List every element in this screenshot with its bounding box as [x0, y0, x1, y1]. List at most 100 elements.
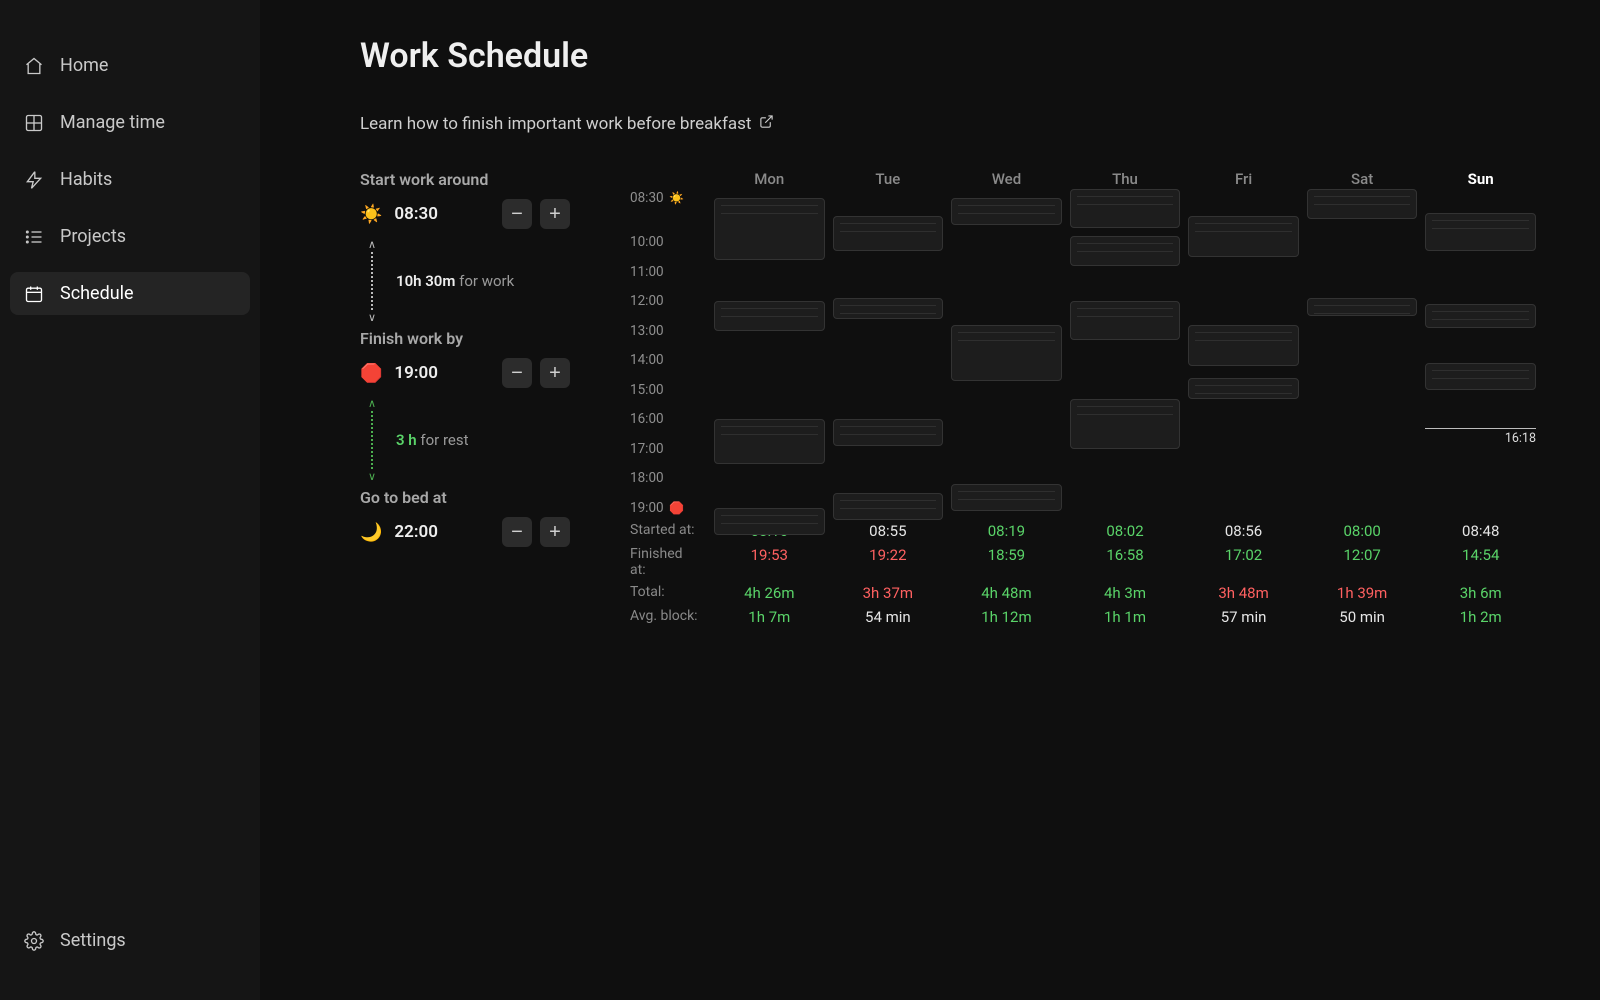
summary-cell: 1h 7m [710, 608, 829, 626]
summary-cell: 1h 12m [947, 608, 1066, 626]
summary-cell: 19:53 [710, 546, 829, 578]
summary-cell: 12:07 [1303, 546, 1422, 578]
schedule-block[interactable] [833, 419, 944, 446]
schedule-block[interactable] [1070, 236, 1181, 266]
summary-row-label: Started at: [630, 522, 710, 540]
summary-cell: 57 min [1184, 608, 1303, 626]
schedule-block[interactable] [1070, 189, 1181, 227]
schedule-block[interactable] [951, 484, 1062, 511]
start-work-decrement[interactable]: − [502, 199, 532, 229]
summary-cell: 1h 39m [1303, 584, 1422, 602]
schedule-block[interactable] [1070, 301, 1181, 339]
moon-icon: 🌙 [360, 522, 382, 543]
sidebar-item-habits[interactable]: Habits [10, 158, 250, 201]
summary-row-label: Avg. block: [630, 608, 710, 626]
schedule-block[interactable] [1188, 325, 1299, 366]
day-header-tue: Tue [829, 170, 948, 198]
page-title: Work Schedule [360, 36, 1540, 76]
hour-label: 11:00 [630, 264, 698, 280]
schedule-block[interactable] [1307, 298, 1418, 316]
day-column-mon [710, 198, 829, 508]
work-interval: ∧∨ 10h 30m for work [366, 239, 570, 323]
bed-time-increment[interactable]: + [540, 517, 570, 547]
subtitle-link[interactable]: Learn how to finish important work befor… [360, 114, 1540, 134]
work-interval-amount: 10h 30m [396, 272, 455, 290]
sidebar-item-settings[interactable]: Settings [10, 919, 250, 962]
day-column-sat [1303, 198, 1422, 508]
schedule-block[interactable] [951, 325, 1062, 381]
day-header-sun: Sun [1421, 170, 1540, 198]
bed-time-value: 22:00 [394, 522, 437, 542]
sidebar-item-label: Manage time [60, 112, 165, 133]
hour-label: 13:00 [630, 323, 698, 339]
rest-interval-amount: 3 h [396, 431, 417, 449]
home-icon [24, 56, 44, 76]
grid-icon [24, 113, 44, 133]
schedule-block[interactable] [1070, 399, 1181, 449]
finish-work-time: 19:00 [394, 363, 437, 383]
finish-work-label: Finish work by [360, 329, 570, 348]
hour-label: 10:00 [630, 234, 698, 250]
schedule-block[interactable] [714, 198, 825, 260]
day-column-sun: 16:18 [1421, 198, 1540, 508]
main: Work Schedule Learn how to finish import… [260, 0, 1600, 1000]
summary-cell: 08:02 [1066, 522, 1185, 540]
schedule-block[interactable] [833, 216, 944, 251]
weekly-schedule: MonTueWedThuFriSatSun08:30 ☀️10:0011:001… [630, 170, 1540, 626]
schedule-block[interactable] [1425, 304, 1536, 328]
sidebar-item-label: Settings [60, 930, 126, 951]
sidebar-item-label: Projects [60, 226, 126, 247]
start-work-increment[interactable]: + [540, 199, 570, 229]
schedule-block[interactable] [714, 301, 825, 331]
summary-row-label: Finished at: [630, 546, 710, 578]
current-time-line [1425, 428, 1536, 429]
day-header-mon: Mon [710, 170, 829, 198]
schedule-block[interactable] [714, 419, 825, 463]
summary-cell: 18:59 [947, 546, 1066, 578]
day-column-wed [947, 198, 1066, 508]
schedule-block[interactable] [1307, 189, 1418, 219]
summary-cell: 1h 2m [1421, 608, 1540, 626]
hour-label: 08:30 ☀️ [630, 190, 698, 206]
summary-cell: 50 min [1303, 608, 1422, 626]
sidebar-item-schedule[interactable]: Schedule [10, 272, 250, 315]
sidebar-item-label: Schedule [60, 283, 134, 304]
start-work-time: 08:30 [394, 204, 437, 224]
gear-icon [24, 931, 44, 951]
schedule-block[interactable] [833, 493, 944, 520]
list-icon [24, 227, 44, 247]
external-link-icon [759, 114, 774, 134]
finish-work-increment[interactable]: + [540, 358, 570, 388]
sidebar-item-home[interactable]: Home [10, 44, 250, 87]
time-axis: 08:30 ☀️10:0011:0012:0013:0014:0015:0016… [630, 198, 710, 508]
schedule-block[interactable] [951, 198, 1062, 225]
summary-row-label: Total: [630, 584, 710, 602]
schedule-controls: Start work around ☀️ 08:30 − + ∧∨ 10h 30… [360, 170, 570, 626]
summary-cell: 4h 26m [710, 584, 829, 602]
sidebar-item-projects[interactable]: Projects [10, 215, 250, 258]
sidebar-item-manage-time[interactable]: Manage time [10, 101, 250, 144]
bolt-icon [24, 170, 44, 190]
sidebar-item-label: Home [60, 55, 108, 76]
bed-time-decrement[interactable]: − [502, 517, 532, 547]
day-header-wed: Wed [947, 170, 1066, 198]
schedule-block[interactable] [1425, 213, 1536, 251]
summary-cell: 3h 37m [829, 584, 948, 602]
calendar-icon [24, 284, 44, 304]
summary-cell: 08:48 [1421, 522, 1540, 540]
summary-cell: 08:56 [1184, 522, 1303, 540]
finish-work-decrement[interactable]: − [502, 358, 532, 388]
schedule-block[interactable] [714, 508, 825, 535]
schedule-block[interactable] [833, 298, 944, 319]
summary-cell: 16:58 [1066, 546, 1185, 578]
rest-interval: ∧∨ 3 h for rest [366, 398, 570, 482]
subtitle-text: Learn how to finish important work befor… [360, 114, 751, 134]
schedule-block[interactable] [1425, 363, 1536, 390]
schedule-block[interactable] [1188, 216, 1299, 257]
bed-time-label: Go to bed at [360, 488, 570, 507]
summary-cell: 3h 6m [1421, 584, 1540, 602]
schedule-block[interactable] [1188, 378, 1299, 399]
summary-cell: 14:54 [1421, 546, 1540, 578]
hour-label: 17:00 [630, 441, 698, 457]
summary-cell: 4h 3m [1066, 584, 1185, 602]
